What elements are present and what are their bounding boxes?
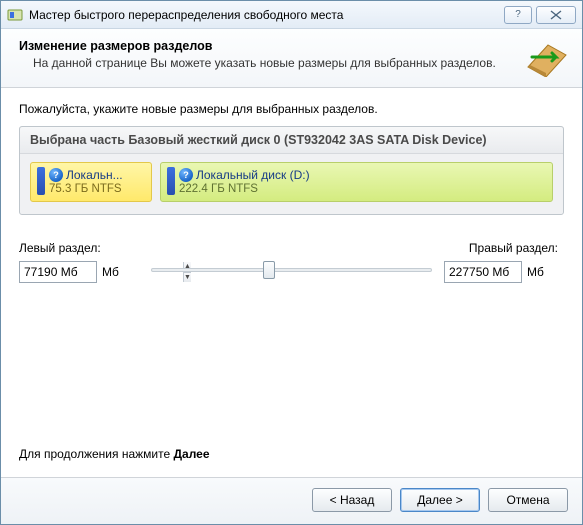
left-unit: Мб: [102, 265, 119, 279]
help-button[interactable]: ?: [504, 6, 532, 24]
disk-group: Выбрана часть Базовый жесткий диск 0 (ST…: [19, 126, 564, 215]
cancel-button[interactable]: Отмена: [488, 488, 568, 512]
partition-bar-icon: [167, 167, 175, 195]
wizard-footer: < Назад Далее > Отмена: [1, 477, 582, 524]
wizard-window: Мастер быстрого перераспределения свобод…: [0, 0, 583, 525]
titlebar: Мастер быстрого перераспределения свобод…: [1, 1, 582, 29]
right-label: Правый раздел:: [444, 241, 558, 255]
right-unit: Мб: [527, 265, 544, 279]
size-slider[interactable]: [151, 259, 432, 281]
app-icon: [7, 7, 23, 23]
right-size-input[interactable]: [445, 262, 583, 282]
partition-name: ? Локальный диск (D:): [179, 168, 310, 182]
header-image: [526, 39, 568, 77]
partition-left[interactable]: ? Локальн... 75.3 ГБ NTFS: [30, 162, 152, 202]
instruction-text: Пожалуйста, укажите новые размеры для вы…: [19, 102, 564, 116]
right-size-spinner[interactable]: ▲ ▼: [444, 261, 522, 283]
continue-hint: Для продолжения нажмите Далее: [19, 437, 564, 469]
slider-rail: [151, 268, 432, 272]
header-subtitle: На данной странице Вы можете указать нов…: [19, 56, 526, 70]
partition-name: ? Локальн...: [49, 168, 123, 182]
partition-row: ? Локальн... 75.3 ГБ NTFS ? Локальный ди…: [20, 154, 563, 214]
partition-bar-icon: [37, 167, 45, 195]
disk-header: Выбрана часть Базовый жесткий диск 0 (ST…: [20, 127, 563, 154]
close-button[interactable]: [536, 6, 576, 24]
slider-thumb[interactable]: [263, 261, 275, 279]
size-controls: Левый раздел: ▲ ▼ Мб Правый: [19, 241, 564, 283]
right-side: Правый раздел: ▲ ▼ Мб: [444, 241, 564, 283]
info-icon: ?: [179, 168, 193, 182]
left-label: Левый раздел:: [19, 241, 139, 255]
partition-size: 222.4 ГБ NTFS: [179, 183, 310, 195]
next-button[interactable]: Далее >: [400, 488, 480, 512]
left-side: Левый раздел: ▲ ▼ Мб: [19, 241, 139, 283]
left-size-spinner[interactable]: ▲ ▼: [19, 261, 97, 283]
wizard-body: Пожалуйста, укажите новые размеры для вы…: [1, 88, 582, 477]
info-icon: ?: [49, 168, 63, 182]
back-button[interactable]: < Назад: [312, 488, 392, 512]
header-title: Изменение размеров разделов: [19, 39, 526, 53]
wizard-header: Изменение размеров разделов На данной ст…: [1, 29, 582, 88]
partition-right[interactable]: ? Локальный диск (D:) 222.4 ГБ NTFS: [160, 162, 553, 202]
window-title: Мастер быстрого перераспределения свобод…: [29, 8, 500, 22]
partition-size: 75.3 ГБ NTFS: [49, 183, 123, 195]
